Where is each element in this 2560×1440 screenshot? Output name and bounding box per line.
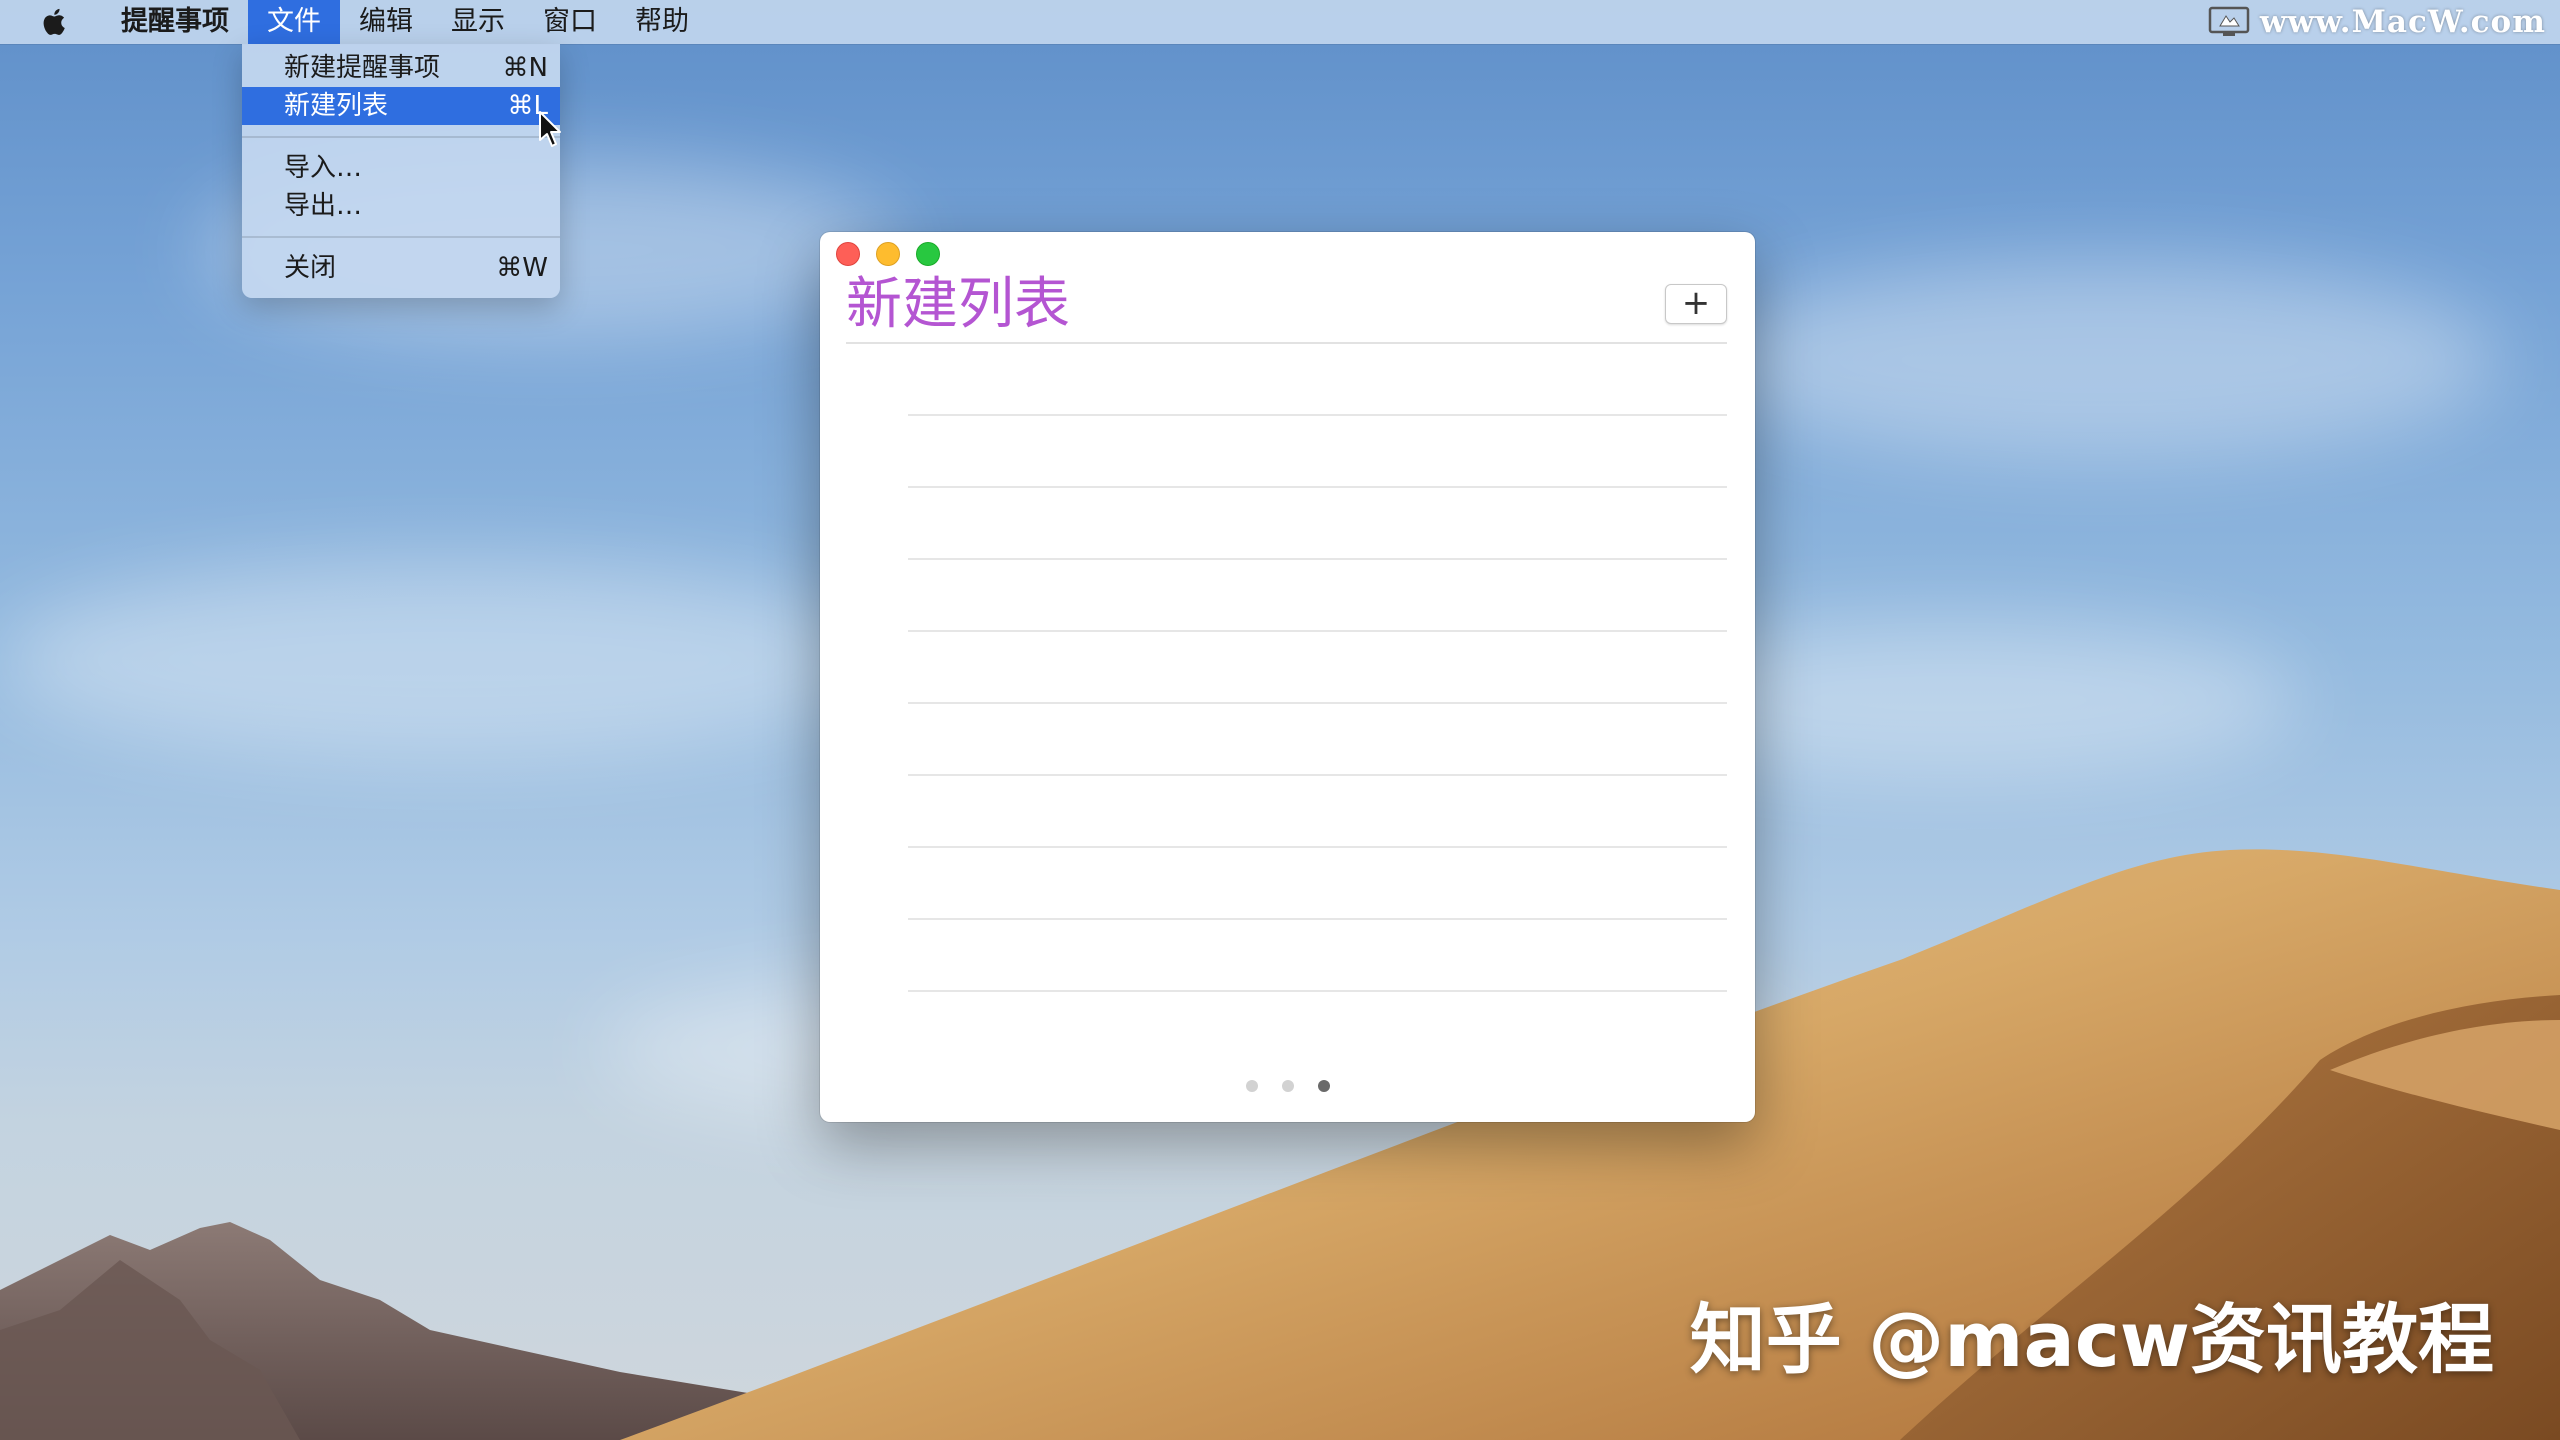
menu-app-reminders[interactable]: 提醒事项 xyxy=(102,0,248,44)
page-dot[interactable] xyxy=(1245,1080,1258,1092)
minimize-window-button[interactable] xyxy=(876,242,900,266)
menu-item-label: 新建提醒事项 xyxy=(284,53,441,83)
reminder-row[interactable] xyxy=(908,416,1727,488)
list-title[interactable]: 新建列表 xyxy=(846,270,1070,340)
page-dot[interactable] xyxy=(1317,1080,1330,1092)
reminder-rows xyxy=(908,344,1727,992)
reminder-row[interactable] xyxy=(908,488,1727,560)
reminder-row[interactable] xyxy=(908,848,1727,920)
menu-item-label: 新建列表 xyxy=(284,91,389,121)
file-menu-dropdown: 新建提醒事项 ⌘N 新建列表 ⌘L 导入… 导出… 关闭 ⌘W xyxy=(242,44,560,298)
menu-bar: 提醒事项 文件 编辑 显示 窗口 帮助 www.MacW.com xyxy=(0,0,2560,44)
menu-item-label: 导出… xyxy=(284,191,363,221)
reminders-window: 新建列表 + xyxy=(820,232,1755,1122)
zoom-window-button[interactable] xyxy=(916,242,940,266)
menu-item-export[interactable]: 导出… xyxy=(242,187,560,225)
page-indicator xyxy=(820,1080,1755,1092)
menu-item-new-list[interactable]: 新建列表 ⌘L xyxy=(242,87,560,125)
close-window-button[interactable] xyxy=(836,242,860,266)
reminder-row[interactable] xyxy=(908,632,1727,704)
reminder-row[interactable] xyxy=(908,344,1727,416)
menu-item-shortcut: ⌘W xyxy=(496,253,548,283)
add-reminder-button[interactable]: + xyxy=(1665,284,1727,324)
menu-view[interactable]: 显示 xyxy=(432,0,524,44)
menu-window[interactable]: 窗口 xyxy=(524,0,616,44)
reminder-row[interactable] xyxy=(908,560,1727,632)
reminder-row[interactable] xyxy=(908,776,1727,848)
monitor-icon xyxy=(2208,6,2250,36)
reminder-row[interactable] xyxy=(908,704,1727,776)
page-dot[interactable] xyxy=(1281,1080,1294,1092)
menu-edit[interactable]: 编辑 xyxy=(340,0,432,44)
menu-help[interactable]: 帮助 xyxy=(616,0,708,44)
menu-item-new-reminder[interactable]: 新建提醒事项 ⌘N xyxy=(242,49,560,87)
menu-separator xyxy=(242,236,560,238)
mouse-pointer-icon xyxy=(539,111,561,147)
zhihu-watermark: 知乎 @macw资讯教程 xyxy=(1689,1295,2494,1384)
menu-separator xyxy=(242,136,560,138)
menu-item-label: 导入… xyxy=(284,153,363,183)
watermark-site: www.MacW.com xyxy=(2259,4,2546,40)
macw-watermark: www.MacW.com xyxy=(2208,0,2546,44)
apple-logo-icon[interactable] xyxy=(38,5,72,39)
menu-item-shortcut: ⌘N xyxy=(502,53,548,83)
menu-item-close[interactable]: 关闭 ⌘W xyxy=(242,249,560,287)
menu-item-label: 关闭 xyxy=(284,253,337,283)
menu-file[interactable]: 文件 xyxy=(248,0,340,44)
reminder-row[interactable] xyxy=(908,920,1727,992)
menu-item-import[interactable]: 导入… xyxy=(242,149,560,187)
